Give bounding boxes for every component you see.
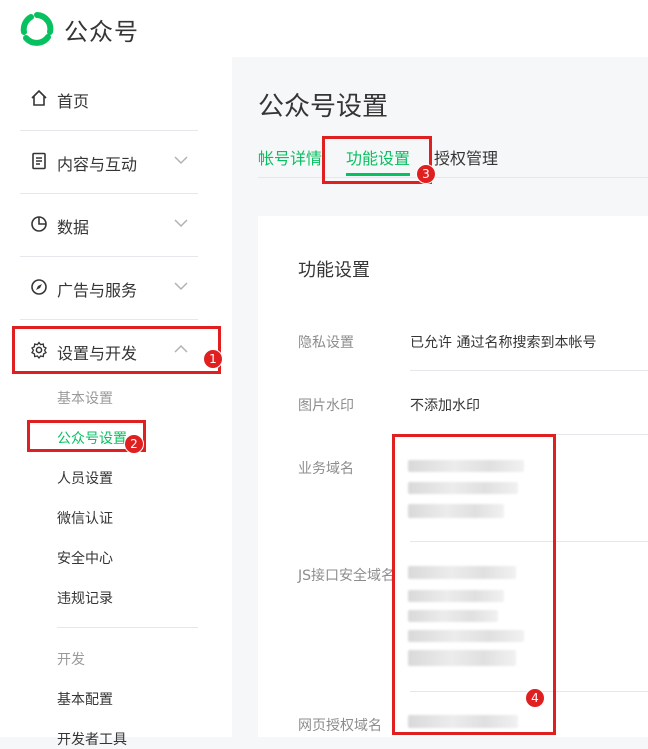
sidebar-item-home[interactable]: 首页 (20, 68, 198, 131)
card-title: 功能设置 (298, 260, 370, 281)
sidebar-group-title: 开发 (57, 652, 85, 668)
sidebar-item-label: 首页 (57, 92, 90, 111)
chevron-down-icon[interactable] (174, 216, 188, 230)
sidebar-subitem-basic-config[interactable]: 基本配置 (57, 689, 113, 709)
sidebar-item-ads[interactable]: 广告与服务 (20, 257, 198, 320)
sidebar-item-label: 数据 (57, 218, 90, 237)
sidebar-subitem-security-center[interactable]: 安全中心 (57, 548, 113, 568)
sidebar-item-content[interactable]: 内容与互动 (20, 131, 198, 194)
annotation-badge-1: 1 (203, 349, 223, 369)
brand-title: 公众号 (64, 18, 139, 46)
sidebar-subitem-violation-records[interactable]: 违规记录 (57, 588, 113, 608)
sidebar-item-label: 广告与服务 (57, 281, 138, 300)
privacy-setting-value: 已允许 通过名称搜索到本帐号 (410, 335, 597, 351)
js-domain-label: JS接口安全域名 (298, 568, 396, 584)
wechat-official-account-logo-icon[interactable] (20, 12, 54, 46)
sidebar-item-data[interactable]: 数据 (20, 194, 198, 257)
annotation-badge-4: 4 (525, 688, 545, 708)
sidebar-divider (57, 627, 198, 628)
tab-authorization[interactable]: 授权管理 (434, 145, 498, 169)
sidebar-subitem-dev-tools[interactable]: 开发者工具 (57, 729, 127, 749)
sidebar-subitem-staff-settings[interactable]: 人员设置 (57, 468, 113, 488)
row-divider (410, 370, 648, 371)
business-domain-label: 业务域名 (298, 461, 354, 477)
annotation-badge-3: 3 (416, 164, 436, 184)
sidebar: 首页 内容与互动 数据 广告与服务 设置与开发 基本设置 公众号设置 人员设置 … (0, 57, 232, 748)
home-icon (31, 89, 47, 106)
oauth-domain-label: 网页授权域名 (298, 718, 382, 734)
page-title: 公众号设置 (258, 92, 389, 122)
annotation-highlight-1 (12, 326, 221, 374)
watermark-label: 图片水印 (298, 398, 354, 414)
tab-account-details[interactable]: 帐号详情 (258, 145, 322, 169)
compass-icon (31, 279, 47, 295)
sidebar-group-title: 基本设置 (57, 391, 113, 407)
document-icon (32, 152, 46, 170)
tab-bar: 帐号详情 功能设置 授权管理 (258, 145, 648, 178)
sidebar-subitem-wechat-verify[interactable]: 微信认证 (57, 508, 113, 528)
watermark-value: 不添加水印 (410, 398, 480, 414)
pie-chart-icon (31, 216, 47, 232)
annotation-badge-2: 2 (124, 434, 144, 454)
chevron-down-icon[interactable] (174, 153, 188, 167)
sidebar-item-label: 内容与互动 (57, 155, 138, 174)
chevron-down-icon[interactable] (174, 279, 188, 293)
privacy-setting-label: 隐私设置 (298, 335, 354, 351)
top-header: 公众号 (0, 0, 648, 57)
